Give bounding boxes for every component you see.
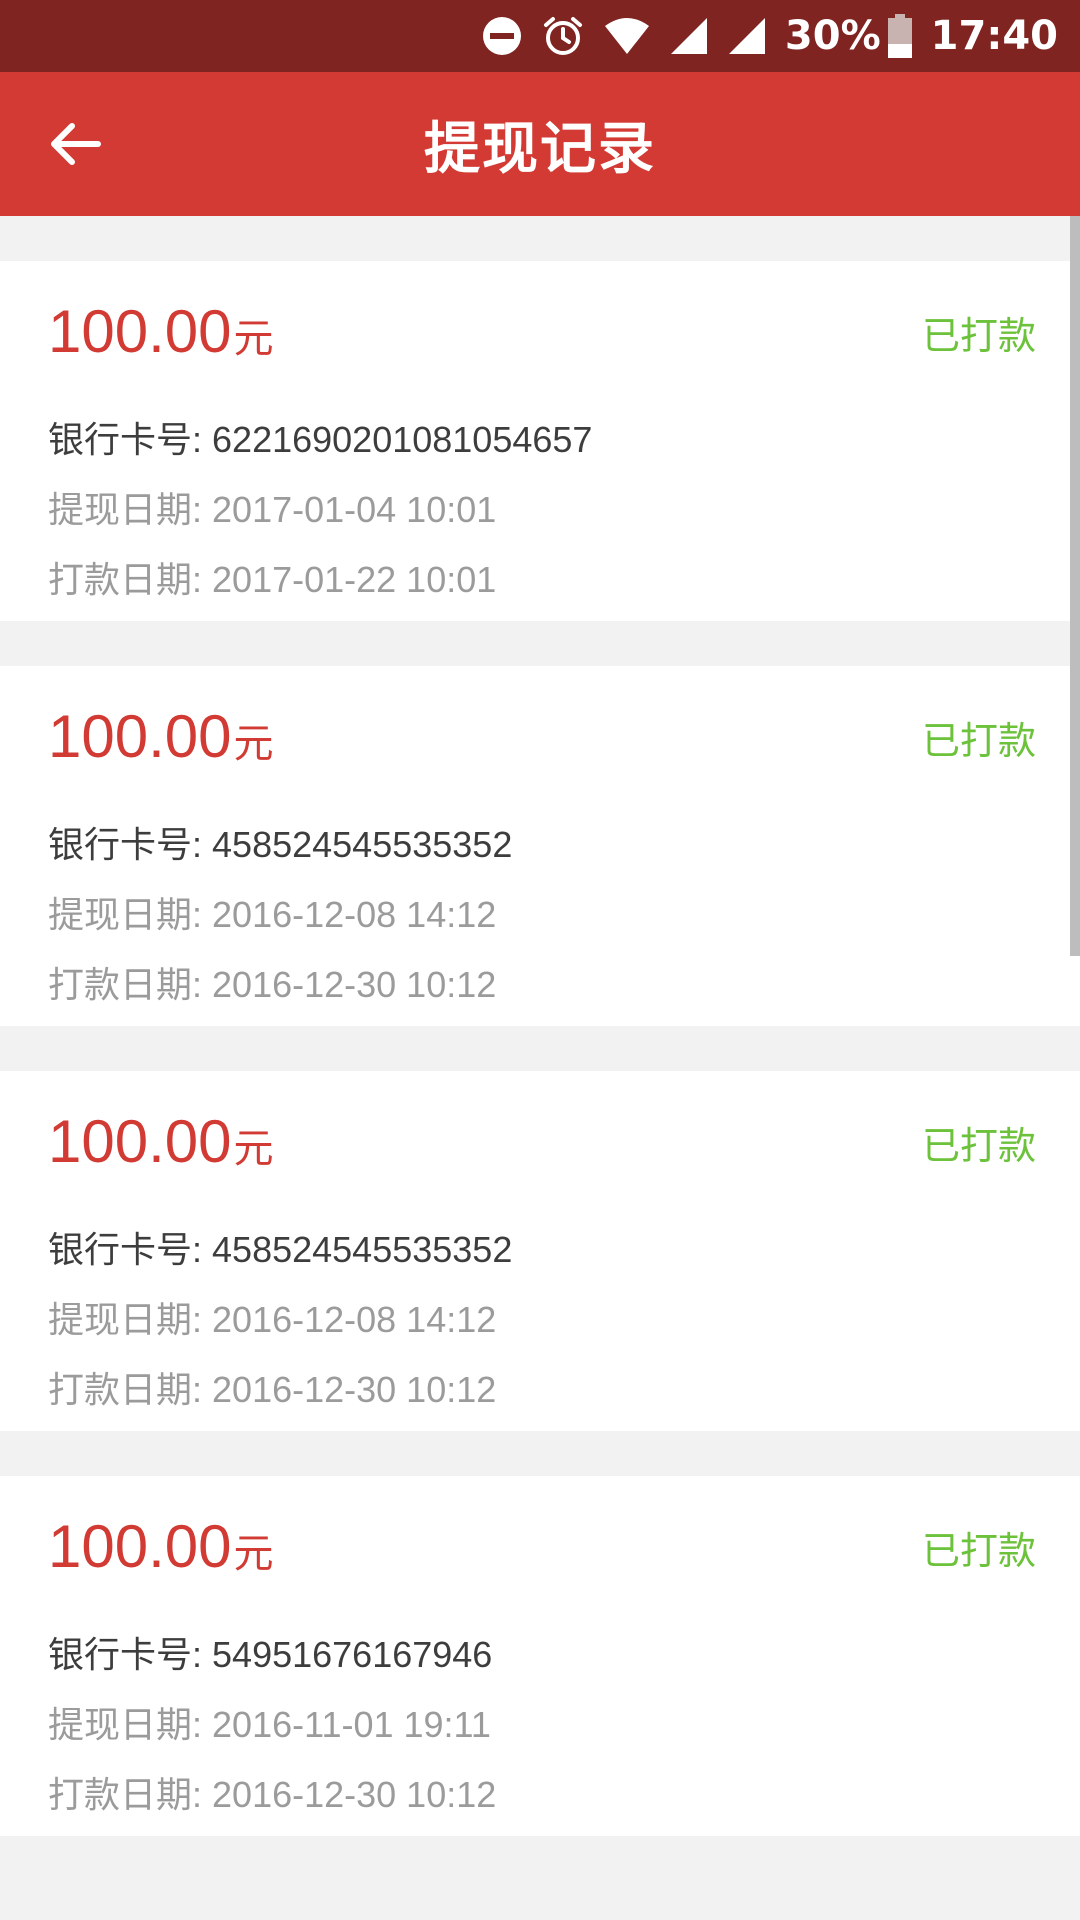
bank-card: 银行卡号: 6221690201081054657	[48, 411, 592, 463]
amount-value: 100.00	[48, 298, 232, 365]
withdraw-date-label: 提现日期:	[48, 1299, 203, 1340]
status-badge: 已打款	[921, 314, 1036, 358]
pay-date-value: 2016-12-30 10:12	[212, 1774, 497, 1815]
withdraw-date: 提现日期: 2016-11-01 19:11	[48, 1696, 491, 1748]
bank-card: 银行卡号: 54951676167946	[48, 1626, 492, 1678]
amount-value: 100.00	[48, 703, 232, 770]
status-badge: 已打款	[921, 719, 1036, 763]
bank-card-number: 54951676167946	[212, 1634, 493, 1675]
amount-unit: 元	[233, 1127, 274, 1171]
bank-card-number: 458524545535352	[212, 1229, 513, 1270]
amount-value: 100.00	[48, 1108, 232, 1175]
pay-date: 打款日期: 2016-12-30 10:12	[48, 1361, 496, 1413]
bank-card-number: 6221690201081054657	[212, 419, 593, 460]
withdraw-date-label: 提现日期:	[48, 489, 203, 530]
pay-date: 打款日期: 2017-01-22 10:01	[48, 551, 496, 603]
amount: 100.00元	[48, 1107, 274, 1176]
pay-date-value: 2016-12-30 10:12	[212, 1369, 497, 1410]
app-bar: 提现记录	[0, 72, 1080, 216]
page-title: 提现记录	[424, 116, 656, 182]
bank-card: 银行卡号: 458524545535352	[48, 1221, 512, 1273]
status-badge: 已打款	[921, 1124, 1036, 1168]
signal-icon	[669, 16, 709, 56]
withdraw-date-value: 2016-11-01 19:11	[212, 1704, 491, 1745]
bank-card-label: 银行卡号:	[48, 824, 203, 865]
amount-unit: 元	[233, 1532, 274, 1576]
withdraw-date: 提现日期: 2016-12-08 14:12	[48, 886, 496, 938]
status-badge: 已打款	[921, 1529, 1036, 1573]
pay-date-label: 打款日期:	[48, 964, 203, 1005]
withdraw-date: 提现日期: 2017-01-04 10:01	[48, 481, 496, 533]
bank-card-label: 银行卡号:	[48, 1634, 203, 1675]
record-item[interactable]: 100.00元 已打款 银行卡号: 458524545535352 提现日期: …	[0, 666, 1080, 1026]
scrollbar[interactable]	[1070, 216, 1080, 956]
amount: 100.00元	[48, 1512, 274, 1581]
pay-date: 打款日期: 2016-12-30 10:12	[48, 956, 496, 1008]
withdraw-date-value: 2017-01-04 10:01	[212, 489, 497, 530]
pay-date-value: 2017-01-22 10:01	[212, 559, 497, 600]
bank-card-number: 458524545535352	[212, 824, 513, 865]
pay-date-label: 打款日期:	[48, 559, 203, 600]
pay-date: 打款日期: 2016-12-30 10:12	[48, 1766, 496, 1818]
amount: 100.00元	[48, 297, 274, 366]
battery-icon	[887, 14, 913, 58]
record-item[interactable]: 100.00元 已打款 银行卡号: 458524545535352 提现日期: …	[0, 1071, 1080, 1431]
withdraw-date-value: 2016-12-08 14:12	[212, 1299, 497, 1340]
bank-card: 银行卡号: 458524545535352	[48, 816, 512, 868]
bank-card-label: 银行卡号:	[48, 419, 203, 460]
alarm-icon	[541, 14, 585, 58]
amount-unit: 元	[233, 317, 274, 361]
amount: 100.00元	[48, 702, 274, 771]
status-bar: 30% 17:40	[0, 0, 1080, 72]
withdraw-date-label: 提现日期:	[48, 1704, 203, 1745]
withdraw-date-label: 提现日期:	[48, 894, 203, 935]
pay-date-label: 打款日期:	[48, 1369, 203, 1410]
battery-percent: 30%	[784, 13, 881, 59]
withdraw-date-value: 2016-12-08 14:12	[212, 894, 497, 935]
record-item[interactable]: 100.00元 已打款 银行卡号: 54951676167946 提现日期: 2…	[0, 1476, 1080, 1836]
amount-unit: 元	[233, 722, 274, 766]
signal-icon	[727, 16, 767, 56]
bank-card-label: 银行卡号:	[48, 1229, 203, 1270]
amount-value: 100.00	[48, 1513, 232, 1580]
pay-date-value: 2016-12-30 10:12	[212, 964, 497, 1005]
pay-date-label: 打款日期:	[48, 1774, 203, 1815]
clock: 17:40	[930, 13, 1058, 59]
withdraw-date: 提现日期: 2016-12-08 14:12	[48, 1291, 496, 1343]
dnd-icon	[481, 15, 523, 57]
wifi-icon	[603, 16, 651, 56]
record-item[interactable]: 100.00元 已打款 银行卡号: 6221690201081054657 提现…	[0, 261, 1080, 621]
withdraw-record-list[interactable]: 100.00元 已打款 银行卡号: 6221690201081054657 提现…	[0, 216, 1080, 1836]
